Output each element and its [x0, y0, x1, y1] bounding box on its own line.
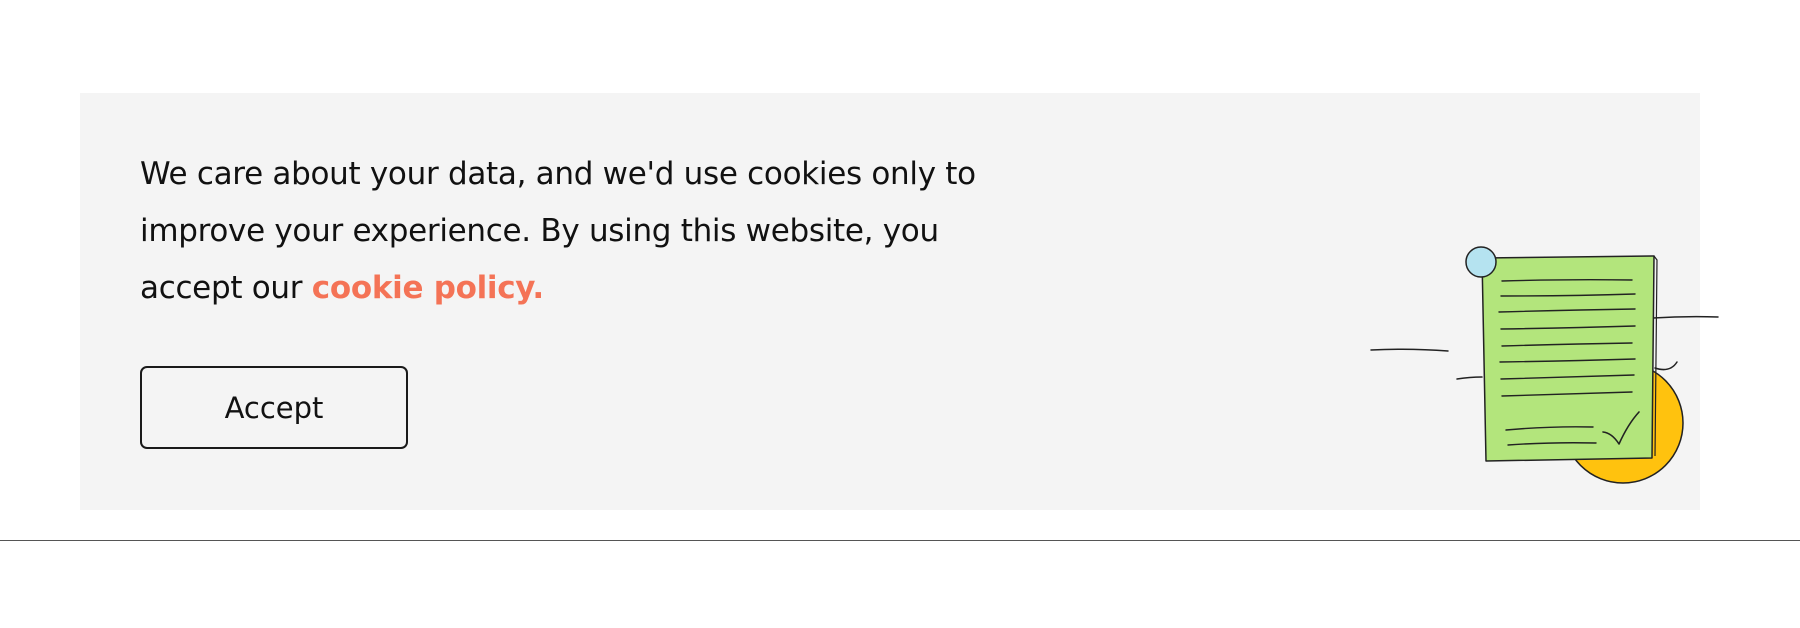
document-checkmark-icon — [1370, 246, 1719, 484]
cookie-message: We care about your data, and we'd use co… — [140, 146, 1040, 317]
accept-button[interactable]: Accept — [140, 366, 408, 449]
cookie-message-text: We care about your data, and we'd use co… — [140, 156, 976, 306]
page-divider — [0, 540, 1800, 541]
cookie-policy-link[interactable]: cookie policy. — [312, 270, 544, 306]
cookie-banner: We care about your data, and we'd use co… — [80, 93, 1719, 510]
